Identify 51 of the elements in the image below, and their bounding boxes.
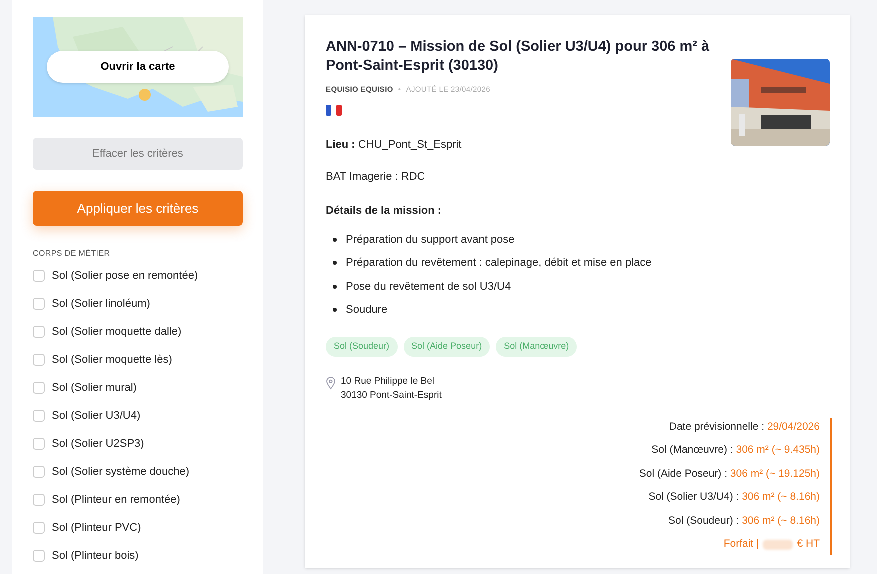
details-title: Détails de la mission : [326,204,443,219]
filter-label[interactable]: Sol (Plinteur PVC) [52,520,142,536]
filter-label[interactable]: Sol (Plinteur bois) [52,548,139,564]
checkbox[interactable] [33,466,45,478]
checkbox[interactable] [33,550,45,562]
building-text: BAT Imagerie : RDC [326,170,426,184]
filter-label[interactable]: Sol (Solier pose en remontée) [52,268,198,284]
summary-line: Date prévisionnelle : 29/04/2026 [669,420,820,434]
summary-line: Sol (Aide Poseur) : 306 m² (~ 19.125h) [639,466,820,482]
place-text: Lieu : CHU_Pont_St_Esprit [326,138,463,153]
filter-label[interactable]: Sol (Solier linoléum) [52,296,150,312]
filter-label[interactable]: Sol (Solier système douche) [52,464,190,480]
filter-label[interactable]: Sol (Solier moquette lès) [52,352,172,368]
checkbox[interactable] [33,410,45,422]
filter-label[interactable]: Sol (Solier U2SP3) [52,436,144,452]
bullet-icon [333,261,337,266]
clear-criteria-button[interactable]: Effacer les critères [33,138,243,170]
open-map-button[interactable]: Ouvrir la carte [47,51,229,83]
filter-label[interactable]: Sol (Solier mural) [52,380,137,396]
task-text: Soudure [346,303,388,318]
task-text: Préparation du support avant pose [346,232,515,248]
price-suffix: € HT [797,537,820,552]
tag: Sol (Soudeur) [326,336,398,356]
address-line: 10 Rue Philippe le Bel [341,374,436,388]
checkbox[interactable] [33,382,45,394]
summary-line: Sol (Solier U3/U4) : 306 m² (~ 8.16h) [648,490,820,505]
checkbox[interactable] [33,438,45,450]
checkbox[interactable] [33,354,45,366]
tag: Sol (Aide Poseur) [404,336,490,356]
checkbox[interactable] [33,522,45,534]
bullet-icon [333,238,337,242]
task-text: Pose du revêtement de sol U3/U4 [346,280,512,294]
price-prefix: Forfait | [724,537,760,552]
checkbox[interactable] [33,298,45,310]
filter-title: CORPS DE MÉTIER [33,248,112,260]
location-pin-icon [326,376,336,390]
address-line: 30130 Pont-Saint-Esprit [341,388,442,402]
checkbox[interactable] [33,270,45,282]
checkbox[interactable] [33,494,45,506]
filter-label[interactable]: Sol (Solier U3/U4) [52,408,141,424]
task-text: Préparation du revêtement : calepinage, débit et mise en place [346,256,652,271]
checkbox[interactable] [33,326,45,338]
filter-label[interactable]: Sol (Plinteur en remontée) [52,492,180,508]
filter-label[interactable]: Sol (Solier moquette dalle) [52,324,182,340]
bullet-icon [333,308,337,312]
french-flag-icon [326,105,342,116]
tag: Sol (Manœuvre) [496,336,578,356]
listing-title: ANN-0710 – Mission de Sol (Solier U3/U4) pour 306 m² à Pont-Saint-Esprit (30130) [326,38,711,76]
summary-line: Sol (Manœuvre) : 306 m² (~ 9.435h) [652,443,820,458]
bullet-icon [333,284,337,289]
summary-line: Sol (Soudeur) : 306 m² (~ 8.16h) [668,514,820,528]
